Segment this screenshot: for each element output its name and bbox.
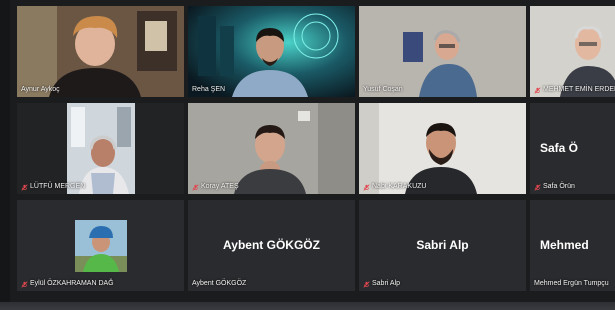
participant-tile[interactable]: Sabri Alp Sabri Alp (359, 200, 526, 291)
participant-tile[interactable]: Mehmed Mehmed Ergün Tumpçu (530, 200, 615, 291)
microphone-muted-icon (363, 183, 370, 191)
participant-video (17, 200, 184, 291)
participant-tile-active-speaker[interactable]: Reha ŞEN (188, 6, 355, 97)
participant-grid: Aynur Aykoç Reha ŞEN Yusuf Coşan MEHMET … (17, 6, 615, 291)
participant-tile[interactable]: Eylül ÖZKAHRAMAN DAĞ (17, 200, 184, 291)
participant-video (188, 103, 355, 194)
participant-video (530, 6, 615, 97)
participant-name: LÜTFÜ MERGEN (21, 183, 85, 191)
participant-display-name: Safa Ö (540, 141, 579, 155)
participant-tile[interactable]: Aybent GÖKGÖZ Aybent GÖKGÖZ (188, 200, 355, 291)
participant-video (17, 6, 184, 97)
participant-name: Aynur Aykoç (21, 86, 60, 93)
participant-display-name: Aybent GÖKGÖZ (223, 238, 320, 252)
participant-video (17, 103, 184, 194)
microphone-muted-icon (363, 280, 370, 288)
participant-name: Yusuf Coşan (363, 86, 403, 93)
participant-name: Nabi KARAKUZU (363, 183, 426, 191)
participant-video (188, 6, 355, 97)
participant-name: Safa Örün (534, 183, 575, 191)
bottom-toolbar-strip (0, 302, 615, 310)
participant-tile[interactable]: Aynur Aykoç (17, 6, 184, 97)
participant-name: Aybent GÖKGÖZ (192, 280, 247, 287)
participant-name: Mehmed Ergün Tumpçu (534, 280, 609, 287)
participant-tile[interactable]: Koray ATEŞ (188, 103, 355, 194)
participant-display-name: Mehmed (540, 238, 589, 252)
participant-video (359, 103, 526, 194)
participant-tile[interactable]: Safa Ö Safa Örün (530, 103, 615, 194)
participant-tile[interactable]: Nabi KARAKUZU (359, 103, 526, 194)
left-panel-edge (0, 0, 10, 310)
microphone-muted-icon (21, 183, 28, 191)
microphone-muted-icon (21, 280, 28, 288)
participant-video (359, 6, 526, 97)
participant-name: Reha ŞEN (192, 86, 226, 93)
participant-tile[interactable]: LÜTFÜ MERGEN (17, 103, 184, 194)
microphone-muted-icon (534, 86, 541, 94)
participant-tile[interactable]: MEHMET EMİN ERDEM (530, 6, 615, 97)
microphone-muted-icon (192, 183, 199, 191)
participant-tile[interactable]: Yusuf Coşan (359, 6, 526, 97)
microphone-muted-icon (534, 183, 541, 191)
participant-name: Koray ATEŞ (192, 183, 239, 191)
participant-name: MEHMET EMİN ERDEM (534, 86, 615, 94)
participant-name: Eylül ÖZKAHRAMAN DAĞ (21, 280, 114, 288)
participant-name: Sabri Alp (363, 280, 400, 288)
participant-display-name: Sabri Alp (416, 238, 469, 252)
